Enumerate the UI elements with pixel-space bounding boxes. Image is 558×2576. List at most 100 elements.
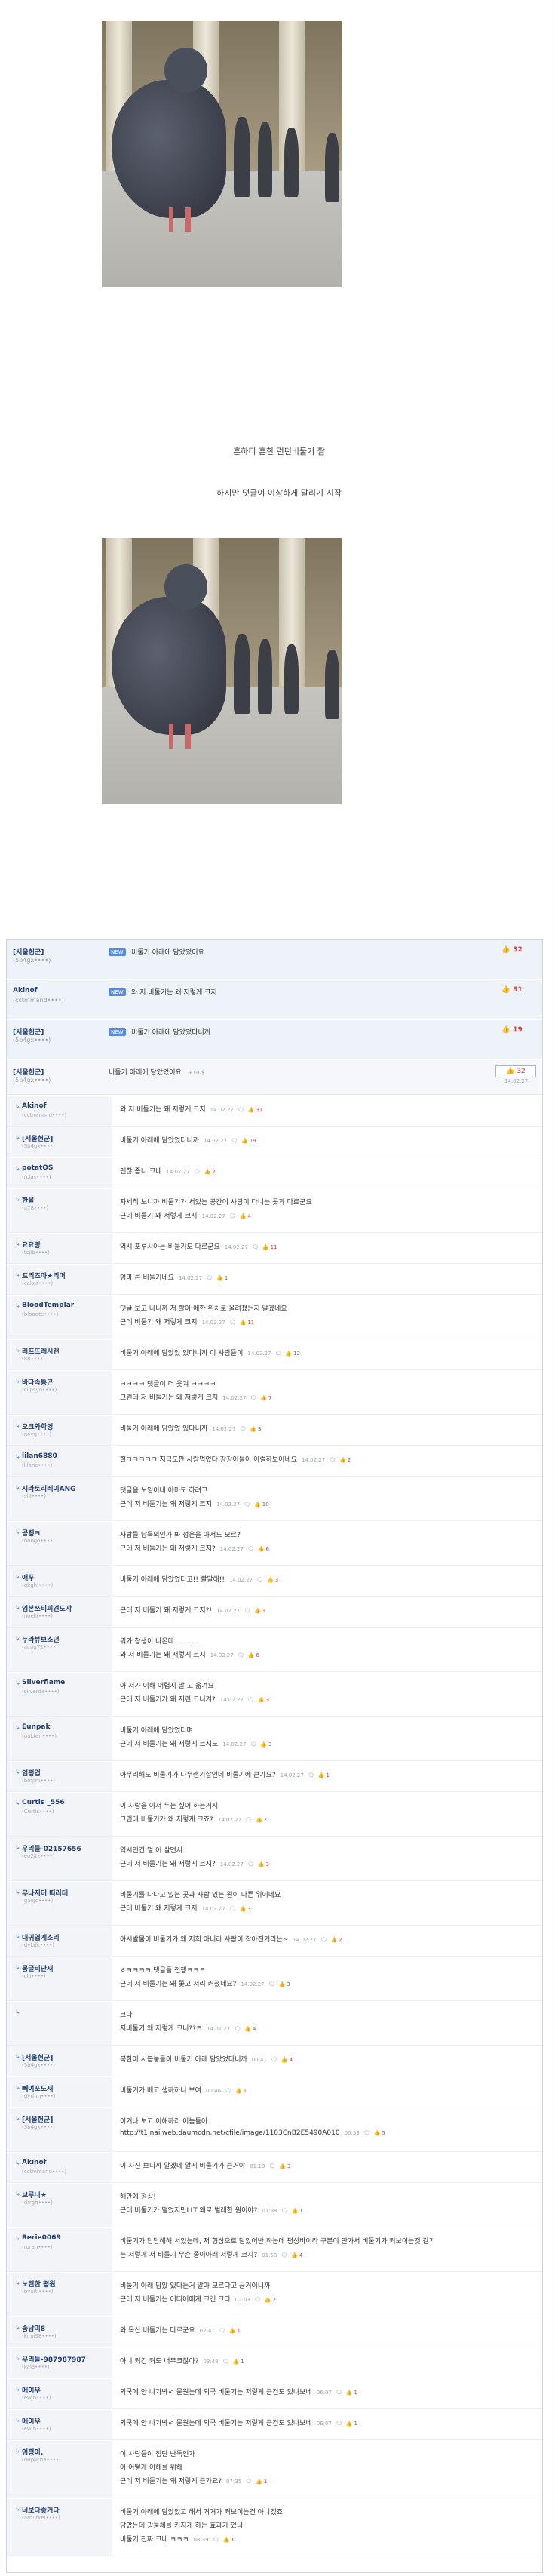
- reply-row[interactable]: ↳ 무나지터 떠러데 (gaejo••••) 비둘기를 다다고 있는 곳과 사람 있는…: [7, 1882, 542, 1926]
- reply-row[interactable]: ↳ BloodTemplar (bloodte••••) 댓글 보고 나니까 저 할아…: [7, 1296, 542, 1339]
- reply-author[interactable]: [서울헌군]: [22, 1133, 53, 1143]
- like-count[interactable]: 👍 19: [241, 1138, 256, 1144]
- reply-author[interactable]: 노련한 평원: [22, 2279, 56, 2289]
- like-count[interactable]: 👍 4: [291, 2252, 302, 2258]
- like-count[interactable]: 👍 1: [233, 2359, 244, 2365]
- reply-icon[interactable]: 🗨: [363, 2130, 370, 2136]
- reply-author[interactable]: 누라뷰보소년: [22, 1634, 60, 1644]
- reply-row[interactable]: ↳ 몽글티단새 (clij••••) ㅎㅋㅋㅋㅋ 댓글들 전쟁ㅋㅋㅋ 근데 저 비둘기는…: [7, 1957, 542, 2001]
- reply-row[interactable]: ↳ 우리들-02157656 (eo2jtz••••) 역시인건 멀 어 살면서.. 근…: [7, 1837, 542, 1881]
- like-count[interactable]: 👍 3: [254, 1608, 265, 1614]
- reply-icon[interactable]: 🗨: [244, 1502, 250, 1508]
- reply-author[interactable]: 우리들-02157656: [22, 1843, 81, 1853]
- reply-author[interactable]: 엄평이.: [22, 2447, 43, 2457]
- reply-row[interactable]: ↳ Rerie0069 (roran••••) 비둘기가 답답해해 서있는데, 저 형…: [7, 2228, 542, 2272]
- reply-row[interactable]: ↳ 크다 저비둘기 왜 저렇게 크니??ㅋ 14.02.27 🗨 👍 4: [7, 2002, 542, 2046]
- like-count[interactable]: 👍 1: [292, 2208, 303, 2214]
- reply-icon[interactable]: 🗨: [222, 2359, 229, 2365]
- reply-author[interactable]: 곰퀭ㅋ: [22, 1528, 41, 1538]
- comment-author[interactable]: [서울헌군]: [13, 1067, 44, 1077]
- reply-icon[interactable]: 🗨: [239, 1426, 246, 1432]
- comment-author[interactable]: Akinof: [13, 987, 38, 994]
- reply-row[interactable]: ↳ 누라뷰보소년 (acag72••••) 뭐가 참생이 나온데...........…: [7, 1628, 542, 1672]
- reply-row[interactable]: ↳ Eunpak (pakfen••••) 비둘기 아래에 담았었다며 근데 저 비둘기…: [7, 1717, 542, 1761]
- like-count[interactable]: 👍 6: [258, 1546, 269, 1552]
- reply-author[interactable]: 빼여포도새: [22, 2083, 53, 2093]
- like-count[interactable]: 👍 4: [240, 1213, 251, 1219]
- reply-icon[interactable]: 🗨: [308, 1772, 314, 1778]
- like-count[interactable]: 👍 1: [216, 1275, 228, 1281]
- like-count[interactable]: 👍 4: [244, 2026, 256, 2032]
- reply-icon[interactable]: 🗨: [238, 1107, 244, 1113]
- reply-icon[interactable]: 🗨: [247, 1861, 254, 1867]
- like-count[interactable]: 👍 12: [285, 1351, 300, 1357]
- reply-author[interactable]: 바다속통곤: [22, 1377, 53, 1387]
- reply-author[interactable]: BloodTemplar: [22, 1302, 74, 1309]
- reply-author[interactable]: 브루니★: [22, 2190, 47, 2199]
- reply-icon[interactable]: 🗨: [281, 2208, 288, 2214]
- reply-icon[interactable]: 🗨: [254, 2297, 261, 2303]
- reply-icon[interactable]: 🗨: [329, 1457, 336, 1463]
- reply-row[interactable]: ↳ 엄본쓰티피견도샤 (noeki••••) 근데 저 비둘기 왜 저렇게 크지?! 1…: [7, 1597, 542, 1628]
- reply-icon[interactable]: 🗨: [336, 2390, 342, 2396]
- reply-row[interactable]: ↳ Silverflame (silverda••••) 아 저가 이해 어렵지 말 …: [7, 1673, 542, 1717]
- like-count[interactable]: 👍 1: [256, 2479, 267, 2485]
- reply-row[interactable]: ↳ Akinof (cctmmand••••) 와 저 비둘기는 왜 저렇게 크지 14…: [7, 1096, 542, 1127]
- like-count[interactable]: 👍 31: [248, 1107, 263, 1113]
- reply-icon[interactable]: 🗨: [336, 2421, 342, 2427]
- reply-author[interactable]: 오크와학엉: [22, 1422, 53, 1431]
- reply-author[interactable]: [서울헌군]: [22, 2052, 53, 2062]
- comment-author[interactable]: [서울헌군]: [13, 1027, 44, 1037]
- like-button[interactable]: 👍 32: [495, 1065, 536, 1077]
- reply-icon[interactable]: 🗨: [247, 1697, 254, 1703]
- like-count[interactable]: 👍 1: [229, 2328, 241, 2334]
- like-count[interactable]: 👍 2: [339, 1457, 351, 1463]
- best-comment-row[interactable]: Akinof (cctmmand••••) NEW 와 저 비둘기는 왜 저렇게…: [7, 980, 542, 1019]
- reply-row[interactable]: ↳ Akinof (cctmmand••••) 이 사진 보니까 알겠네 알게 비둘기…: [7, 2153, 542, 2183]
- reply-icon[interactable]: 🗨: [247, 1546, 254, 1552]
- reply-author[interactable]: 엄본쓰티피견도샤: [22, 1603, 72, 1613]
- reply-icon[interactable]: 🗨: [219, 2328, 225, 2334]
- reply-author[interactable]: 대귀엽게소리: [22, 1932, 60, 1942]
- like-count[interactable]: 👍 5: [374, 2130, 385, 2136]
- reply-author[interactable]: Rerie0069: [22, 2234, 61, 2242]
- like-count[interactable]: 👍 2: [256, 1817, 267, 1823]
- reply-author[interactable]: [서울헌군]: [22, 2114, 53, 2124]
- like-count[interactable]: 👍 3: [279, 1981, 290, 1987]
- reply-icon[interactable]: 🗨: [268, 1981, 275, 1987]
- reply-icon[interactable]: 🗨: [275, 1351, 282, 1357]
- reply-row[interactable]: ↳ 빼여포도새 (dyrhm••••) 비둘기가 배고 생하하니 보여 00:46 🗨 👍 1: [7, 2077, 542, 2107]
- reply-row[interactable]: ↳ 메이우 (ewjh••••) 외국에 안 나가봐서 물원는데 외국 비둘기는 저렇…: [7, 2379, 542, 2409]
- reply-icon[interactable]: 🗨: [281, 2252, 287, 2258]
- reply-row[interactable]: ↳ potatOS (rclas••••) 괜찮 좀니 크네 14.02.27 🗨 👍 2: [7, 1158, 542, 1188]
- like-count[interactable]: 👍 10: [254, 1502, 269, 1508]
- like-count[interactable]: 👍 1: [346, 2390, 357, 2396]
- reply-row[interactable]: ↳ 한율 (a78••••) 자세히 보니까 비둘기가 서있는 공간이 사람이 다니는…: [7, 1189, 542, 1233]
- like-count[interactable]: 👍 2: [265, 2297, 276, 2303]
- reply-icon[interactable]: 🗨: [229, 1213, 236, 1219]
- reply-row[interactable]: ↳ 송남미8 (kimi98••••) 와 독산 비둘기는 다르군요 02:41 🗨 👍 1: [7, 2317, 542, 2347]
- reply-icon[interactable]: 🗨: [268, 2163, 275, 2169]
- reply-icon[interactable]: 🗨: [271, 2057, 277, 2063]
- reply-icon[interactable]: 🗨: [238, 1652, 244, 1658]
- reply-row[interactable]: ↳ 프리즈마★리머 (cakar••••) 엄마 콘 비둘기네요 14.02.27 🗨 👍 1: [7, 1265, 542, 1295]
- reply-icon[interactable]: 🗨: [252, 1244, 259, 1250]
- like-count[interactable]: 👍 1: [318, 1772, 330, 1778]
- reply-icon[interactable]: 🗨: [213, 2537, 219, 2543]
- like-count[interactable]: 👍 3: [258, 1861, 269, 1867]
- reply-author[interactable]: 너보다좋거다: [22, 2505, 60, 2515]
- reply-row[interactable]: ↳ 곰퀭ㅋ (boogo••••) 사람들 남득외인가 봐 성운을 아저도 모르? 근데…: [7, 1522, 542, 1566]
- reply-icon[interactable]: 🗨: [250, 1741, 256, 1748]
- reply-author[interactable]: 몽글티단새: [22, 1963, 53, 1973]
- like-count[interactable]: 👍 19: [501, 1026, 523, 1034]
- reply-icon[interactable]: 🗨: [245, 1817, 252, 1823]
- reply-author[interactable]: Silverflame: [22, 1679, 65, 1686]
- like-count[interactable]: 👍 3: [260, 1741, 271, 1748]
- like-count[interactable]: 👍 1: [346, 2421, 357, 2427]
- like-count[interactable]: 👍 3: [267, 1577, 278, 1583]
- reply-row[interactable]: ↳ 메이우 (ewjh••••) 외국에 안 나가봐서 물원는데 외국 비둘기는 저렇…: [7, 2410, 542, 2440]
- reply-row[interactable]: ↳ 러프뜨래시랜 (88••••) 비둘기 아래에 담았었 있다니까 이 사람들이 14…: [7, 1340, 542, 1370]
- reply-icon[interactable]: 🗨: [206, 1275, 213, 1281]
- reply-author[interactable]: 러프뜨래시랜: [22, 1346, 60, 1356]
- best-comment-row[interactable]: [서울헌군] (5b4gx••••) NEW 비둘기 아래에 담았었다니까 👍 1…: [7, 1020, 542, 1059]
